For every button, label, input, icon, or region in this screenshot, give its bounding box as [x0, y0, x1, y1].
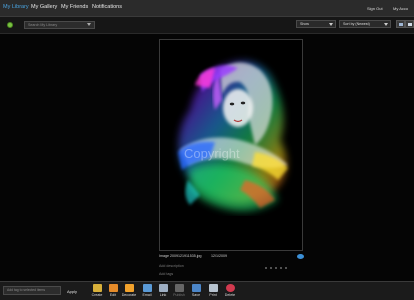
photo-date: 12/1/2009	[211, 254, 227, 258]
rating-dot[interactable]	[265, 267, 267, 269]
print-button[interactable]: Print	[204, 284, 222, 299]
photo-viewer[interactable]: Copyright	[159, 39, 303, 251]
rating-dot[interactable]	[280, 267, 282, 269]
publish-label: Publish	[173, 293, 185, 297]
nav-my-friends[interactable]: My Friends	[61, 4, 88, 10]
publish-button[interactable]: Publish	[170, 284, 188, 299]
rating-dots[interactable]	[265, 256, 290, 274]
nav-my-library[interactable]: My Library	[3, 4, 29, 10]
add-tags-link[interactable]: Add tags	[159, 272, 173, 276]
print-label: Print	[209, 293, 217, 297]
decorate-label: Decorate	[121, 293, 137, 297]
sign-out-link[interactable]: Sign Out	[367, 6, 383, 11]
tag-input[interactable]: Add tag to selected items	[3, 286, 61, 295]
top-nav-bar: My Library My Gallery My Friends Notific…	[0, 0, 414, 17]
show-select[interactable]: Show	[296, 20, 336, 28]
link-icon	[158, 284, 168, 292]
delete-icon	[225, 284, 235, 292]
delete-label: Delete	[224, 293, 236, 297]
email-icon	[142, 284, 152, 292]
sort-select[interactable]: Sort by (Newest)	[339, 20, 391, 28]
single-view-icon[interactable]	[405, 20, 414, 28]
rating-dot[interactable]	[285, 267, 287, 269]
chevron-down-icon	[329, 23, 333, 26]
refresh-icon[interactable]	[7, 22, 13, 28]
search-input[interactable]: Search My Library	[24, 21, 95, 29]
chevron-down-icon	[384, 23, 388, 26]
watermark-text: Copyright	[184, 146, 240, 161]
decorate-button[interactable]: Decorate	[120, 284, 138, 299]
my-account-link[interactable]: My Acco	[393, 6, 408, 11]
rating-dot[interactable]	[275, 267, 277, 269]
share-icon[interactable]	[297, 254, 304, 259]
rating-dot[interactable]	[270, 267, 272, 269]
sort-select-label: Sort by (Newest)	[343, 22, 370, 26]
print-icon	[208, 284, 218, 292]
decorate-icon	[124, 284, 134, 292]
publish-icon	[174, 284, 184, 292]
nav-my-gallery[interactable]: My Gallery	[31, 4, 57, 10]
apply-button[interactable]: Apply	[67, 289, 77, 294]
create-icon	[92, 284, 102, 292]
save-icon	[191, 284, 201, 292]
library-toolbar: Search My Library Show Sort by (Newest)	[0, 17, 414, 34]
photo-image: Copyright	[160, 40, 302, 250]
chevron-down-icon[interactable]	[87, 23, 91, 26]
bottom-action-bar: Add tag to selected items Apply Create E…	[0, 281, 414, 300]
delete-button[interactable]: Delete	[221, 284, 239, 299]
grid-view-icon[interactable]	[396, 20, 405, 28]
add-description-link[interactable]: Add description	[159, 264, 184, 268]
show-select-label: Show	[300, 22, 309, 26]
save-label: Save	[191, 293, 201, 297]
nav-notifications[interactable]: Notifications	[92, 4, 122, 10]
edit-icon	[108, 284, 118, 292]
photo-filename: Image 2009121911535.jpg	[159, 254, 202, 258]
save-button[interactable]: Save	[187, 284, 205, 299]
